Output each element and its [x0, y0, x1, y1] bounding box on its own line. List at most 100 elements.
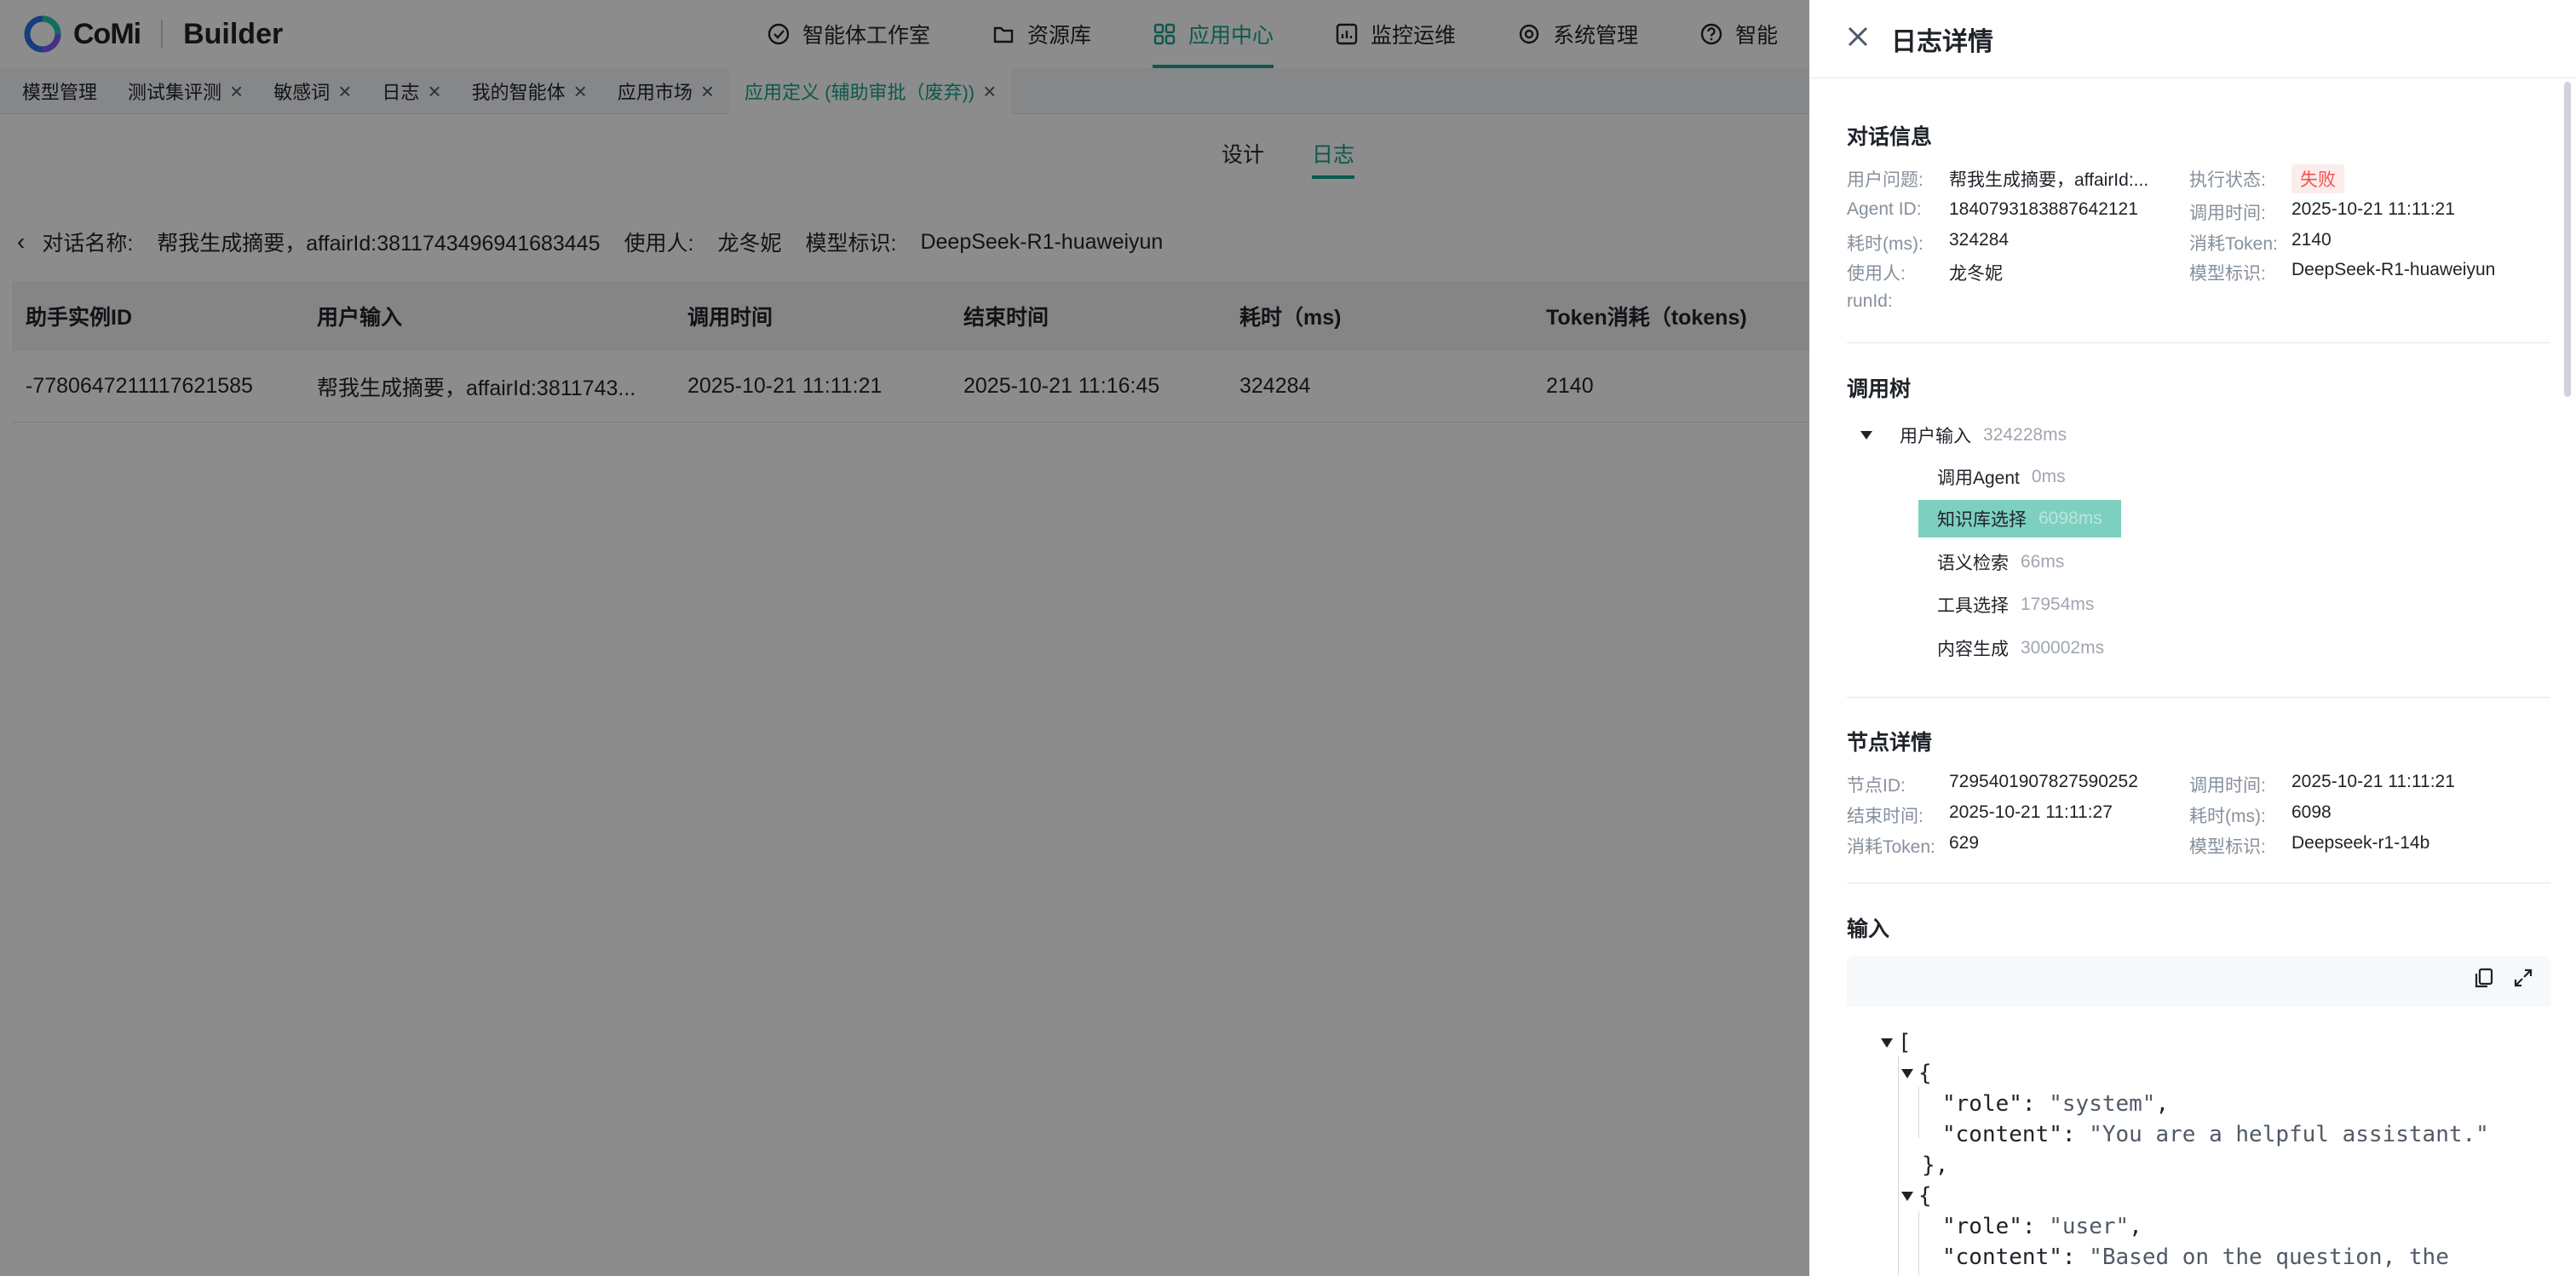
node-id-field: 节点ID: 7295401907827590252 [1847, 772, 2138, 797]
duration-field: 耗时(ms): 324284 [1847, 230, 2009, 256]
json-value: "system" [2049, 1091, 2156, 1117]
section-divider [1847, 882, 2550, 883]
copy-icon[interactable] [2474, 968, 2494, 994]
field-value: 帮我生成摘要，affairId:... [1949, 170, 2149, 190]
tree-node-name: 用户输入 [1900, 427, 1971, 446]
json-key: "content" [1942, 1122, 2062, 1147]
field-value: DeepSeek-R1-huaweiyun [2291, 260, 2496, 279]
field-label: 节点ID: [1847, 776, 1906, 796]
agent-id-field: Agent ID: 1840793183887642121 [1847, 199, 2138, 220]
field-value: 7295401907827590252 [1949, 772, 2138, 791]
json-line: [ [1881, 1027, 2489, 1058]
field-label: 模型标识: [2189, 837, 2266, 857]
json-toolbar [2474, 968, 2533, 994]
tree-node-duration: 17954ms [2021, 595, 2095, 614]
question-field: 用户问题: 帮我生成摘要，affairId:... [1847, 166, 2148, 192]
field-label: 使用人: [1847, 264, 1906, 284]
field-value: 629 [1949, 833, 1980, 853]
field-value: 324284 [1949, 230, 2010, 250]
tree-node-tool-select[interactable]: 工具选择 17954ms [1937, 586, 2094, 624]
json-value: "You are a helpful assistant." [2089, 1122, 2489, 1147]
tree-node-duration: 0ms [2031, 467, 2066, 486]
tree-node-duration: 66ms [2021, 552, 2065, 572]
node-model-field: 模型标识: Deepseek-r1-14b [2189, 833, 2429, 859]
drawer-scrollbar[interactable] [2564, 82, 2571, 397]
field-label: 调用时间: [2189, 204, 2266, 223]
tree-node-duration: 324228ms [1983, 425, 2067, 445]
tree-node-call-agent[interactable]: 调用Agent 0ms [1937, 458, 2066, 496]
json-viewer: [ { "role": "system", "content": "You ar… [1847, 956, 2550, 1276]
section-divider [1847, 697, 2550, 698]
tree-node-name: 语义检索 [1937, 554, 2009, 573]
tree-node-name: 内容生成 [1937, 640, 2009, 659]
tree-node-duration: 300002ms [2021, 638, 2105, 658]
tree-node-root[interactable]: 用户输入 324228ms [1860, 417, 2067, 454]
node-token-field: 消耗Token: 629 [1847, 833, 1979, 859]
model-field: 模型标识: DeepSeek-R1-huaweiyun [2189, 260, 2495, 285]
drawer-header: 日志详情 [1809, 0, 2576, 78]
field-label: runId: [1847, 291, 1893, 311]
json-line: "role": "system", [1942, 1091, 2170, 1117]
json-line: { [1881, 1181, 2489, 1211]
token-field: 消耗Token: 2140 [2189, 230, 2332, 256]
field-label: 结束时间: [1847, 807, 1923, 826]
field-value: 2140 [2291, 230, 2332, 250]
input-title: 输入 [1847, 917, 1890, 941]
field-value: 1840793183887642121 [1949, 199, 2138, 219]
conversation-info-title: 对话信息 [1847, 125, 1933, 149]
field-value: 2025-10-21 11:11:21 [2291, 199, 2455, 219]
node-end-time-field: 结束时间: 2025-10-21 11:11:27 [1847, 802, 2113, 828]
call-tree-title: 调用树 [1847, 377, 1912, 401]
json-token: [ [1898, 1030, 1912, 1055]
json-token: { [1918, 1183, 1932, 1209]
collapse-toggle-icon[interactable] [1901, 1191, 1913, 1201]
section-divider [1847, 342, 2550, 343]
field-label: Agent ID: [1847, 199, 1922, 219]
call-time-field: 调用时间: 2025-10-21 11:11:21 [2189, 199, 2455, 225]
collapse-toggle-icon[interactable] [1881, 1037, 1893, 1048]
tree-node-name: 调用Agent [1937, 468, 2020, 488]
node-call-time-field: 调用时间: 2025-10-21 11:11:21 [2189, 772, 2455, 797]
json-content: [ { "role": "system", "content": "You ar… [1847, 1007, 2550, 1276]
collapse-toggle-icon[interactable] [1901, 1068, 1913, 1078]
json-line: }, [1881, 1150, 2489, 1181]
field-label: 消耗Token: [1847, 837, 1935, 857]
field-value: 龙冬妮 [1949, 264, 2003, 284]
json-key: "role" [1942, 1214, 2022, 1239]
json-line: "content": "You are a helpful assistant.… [1942, 1122, 2489, 1147]
status-badge: 失败 [2291, 164, 2344, 193]
tree-node-name: 工具选择 [1937, 596, 2009, 616]
expand-icon[interactable] [2513, 968, 2533, 994]
tree-node-duration: 6098ms [2038, 509, 2102, 528]
json-line: "role": "user", [1942, 1214, 2142, 1239]
field-label: 调用时间: [2189, 776, 2266, 796]
log-detail-drawer: 日志详情 对话信息 用户问题: 帮我生成摘要，affairId:... 执行状态… [1809, 0, 2576, 1276]
json-value: "user" [2049, 1214, 2130, 1239]
field-value: 2025-10-21 11:11:21 [2291, 772, 2455, 791]
status-field: 执行状态: 失败 [2189, 164, 2344, 193]
close-icon[interactable] [1843, 22, 1872, 51]
field-value: 6098 [2291, 802, 2332, 822]
modal-mask[interactable] [0, 0, 1809, 1276]
tree-node-kb-select[interactable]: 知识库选择 6098ms [1918, 500, 2121, 537]
field-label: 用户问题: [1847, 170, 1923, 190]
json-value: "Based on the question, the [2089, 1244, 2449, 1270]
json-line: "content": "Based on the question, the [1942, 1244, 2449, 1270]
runid-field: runId: [1847, 291, 1949, 312]
field-value: Deepseek-r1-14b [2291, 833, 2430, 853]
json-line: { [1881, 1058, 2489, 1089]
drawer-title: 日志详情 [1891, 28, 1993, 56]
json-token: { [1918, 1060, 1932, 1086]
field-label: 执行状态: [2189, 170, 2266, 190]
field-label: 消耗Token: [2189, 234, 2278, 254]
tree-node-semantic-search[interactable]: 语义检索 66ms [1937, 543, 2064, 581]
node-duration-field: 耗时(ms): 6098 [2189, 802, 2332, 828]
json-key: "role" [1942, 1091, 2022, 1117]
field-label: 耗时(ms): [1847, 234, 1923, 254]
tree-node-name: 知识库选择 [1937, 510, 2027, 530]
field-label: 模型标识: [2189, 264, 2266, 284]
caret-down-icon[interactable] [1860, 431, 1872, 440]
json-token: }, [1922, 1152, 1949, 1178]
field-value: 2025-10-21 11:11:27 [1949, 802, 2113, 822]
tree-node-content-gen[interactable]: 内容生成 300002ms [1937, 629, 2104, 667]
